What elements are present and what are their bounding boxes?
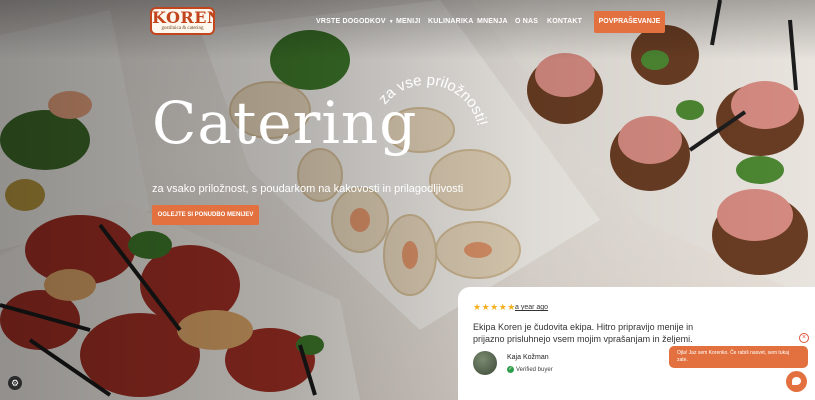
chat-icon xyxy=(792,377,801,385)
hero-arc-label: za vse priložnosti! xyxy=(375,72,490,128)
nav-item-label: KONTAKT xyxy=(547,18,583,25)
nav-item-kontakt[interactable]: KONTAKT xyxy=(547,18,582,30)
brand-logo[interactable]: KOREN gostilnica & catering xyxy=(150,7,215,35)
nav-item-vrste-dogodkov[interactable]: VRSTE DOGODKOV ▼ xyxy=(316,18,394,30)
review-author: Kaja Kožman xyxy=(507,354,549,361)
avatar xyxy=(473,351,497,375)
brand-logo-name: KOREN xyxy=(152,8,213,27)
nav-item-label: KULINARIKA xyxy=(428,18,474,25)
gear-icon[interactable]: ⚙ xyxy=(8,376,22,390)
review-date[interactable]: a year ago xyxy=(515,304,548,311)
view-menus-button[interactable]: OGLEJTE SI PONUDBO MENIJEV xyxy=(152,205,259,225)
chevron-down-icon: ▼ xyxy=(388,19,394,25)
nav-item-kulinarika[interactable]: KULINARIKA xyxy=(428,18,474,30)
check-icon: ✓ xyxy=(507,366,514,373)
hero-arc-text: za vse priložnosti! xyxy=(375,72,490,128)
header-overlay xyxy=(0,0,815,60)
inquiry-button[interactable]: POVPRAŠEVANJE xyxy=(594,11,665,33)
review-card: ★★★★★ a year ago Ekipa Koren je čudovita… xyxy=(458,287,815,400)
rating-stars: ★★★★★ xyxy=(473,302,516,312)
review-text: Ekipa Koren je čudovita ekipa. Hitro pri… xyxy=(473,322,694,344)
nav-item-label: O NAS xyxy=(515,18,539,25)
chat-message-bubble[interactable]: Ojla! Jaz sem Korenko. Če rabiš nasvet, … xyxy=(669,346,808,368)
verified-label: Verified buyer xyxy=(516,367,553,374)
svg-text:za vse priložnosti!: za vse priložnosti! xyxy=(375,72,490,128)
nav-item-mnenja[interactable]: MNENJA xyxy=(477,18,508,30)
chat-launcher-button[interactable] xyxy=(786,371,807,392)
close-icon[interactable]: × xyxy=(799,333,809,343)
nav-item-label: MENIJI xyxy=(396,18,421,25)
hero-subtitle: za vsako priložnost, s poudarkom na kako… xyxy=(152,183,464,195)
nav-item-o-nas[interactable]: O NAS xyxy=(515,18,538,30)
nav-item-label: MNENJA xyxy=(477,18,508,25)
nav-item-meniji[interactable]: MENIJI xyxy=(396,18,421,30)
nav-item-label: VRSTE DOGODKOV xyxy=(316,18,386,25)
verified-badge: ✓ Verified buyer xyxy=(507,366,553,373)
